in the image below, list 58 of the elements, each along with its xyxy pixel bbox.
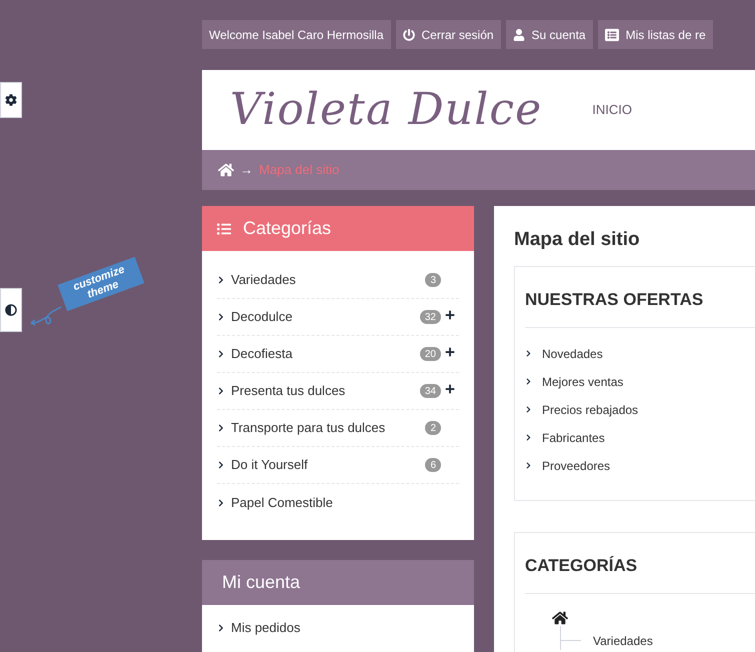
categories-title: Categorías (243, 217, 332, 240)
chevron-icon (217, 313, 225, 321)
welcome-label: Welcome Isabel Caro Hermosilla (202, 20, 391, 49)
expand-icon[interactable] (445, 347, 455, 357)
top-nav-button[interactable]: Mis listas de re (598, 20, 713, 49)
count-badge: 34 (420, 384, 441, 398)
contrast-button[interactable] (0, 288, 22, 332)
count-badge: 32 (420, 310, 441, 324)
power-icon (402, 28, 415, 40)
chevron-icon (525, 350, 532, 357)
count-badge: 3 (425, 273, 441, 287)
chevron-icon (217, 461, 225, 469)
page-title: Mapa del sitio (514, 228, 641, 251)
breadcrumb-separator: → (240, 161, 253, 180)
contrast-icon (5, 304, 17, 316)
offer-link[interactable]: Proveedores (542, 456, 610, 474)
category-link[interactable]: Decodulce (231, 307, 420, 327)
chevron-icon (217, 424, 225, 432)
chevron-icon (217, 276, 225, 284)
category-link[interactable]: Do it Yourself (231, 455, 426, 475)
category-link[interactable]: Papel Comestible (231, 492, 441, 512)
count-badge: 20 (420, 347, 441, 361)
user-icon (512, 28, 525, 40)
chevron-icon (217, 350, 225, 358)
tree-link[interactable]: Variedades (593, 632, 653, 650)
settings-icon (5, 94, 17, 106)
chevron-icon (525, 434, 532, 441)
top-nav-button[interactable]: Cerrar sesión (396, 20, 501, 49)
chevron-icon (217, 498, 225, 506)
offer-link[interactable]: Precios rebajados (542, 400, 638, 418)
settings-button[interactable] (0, 82, 22, 118)
category-link[interactable]: Presenta tus dulces (231, 381, 420, 401)
offer-link[interactable]: Novedades (542, 344, 603, 362)
count-badge: 6 (425, 458, 441, 472)
chevron-icon (217, 387, 225, 395)
breadcrumb-current: Mapa del sitio (259, 161, 340, 180)
expand-icon[interactable] (445, 384, 455, 394)
count-badge: 2 (425, 421, 441, 435)
category-link[interactable]: Variedades (231, 270, 426, 290)
list-icon (217, 222, 231, 236)
offers-title: NUESTRAS OFERTAS (525, 267, 755, 328)
account-title: Mi cuenta (222, 571, 300, 594)
chevron-icon (525, 378, 532, 385)
chevron-icon (525, 462, 532, 469)
category-link[interactable]: Decofiesta (231, 344, 420, 364)
categories-box-title: CATEGORÍAS (525, 533, 755, 594)
top-nav-button[interactable]: Su cuenta (506, 20, 593, 49)
home-icon[interactable] (552, 610, 568, 626)
nav-link[interactable]: INICIO (592, 100, 632, 120)
list-icon (604, 28, 619, 42)
chevron-icon (525, 406, 532, 413)
offer-link[interactable]: Fabricantes (542, 428, 605, 446)
chevron-icon (217, 624, 225, 632)
offer-link[interactable]: Mejores ventas (542, 372, 624, 390)
site-logo[interactable]: Violeta Dulce (230, 77, 542, 143)
account-link[interactable]: Mis pedidos (231, 618, 300, 638)
expand-icon[interactable] (445, 310, 455, 320)
category-link[interactable]: Transporte para tus dulces (231, 418, 426, 438)
